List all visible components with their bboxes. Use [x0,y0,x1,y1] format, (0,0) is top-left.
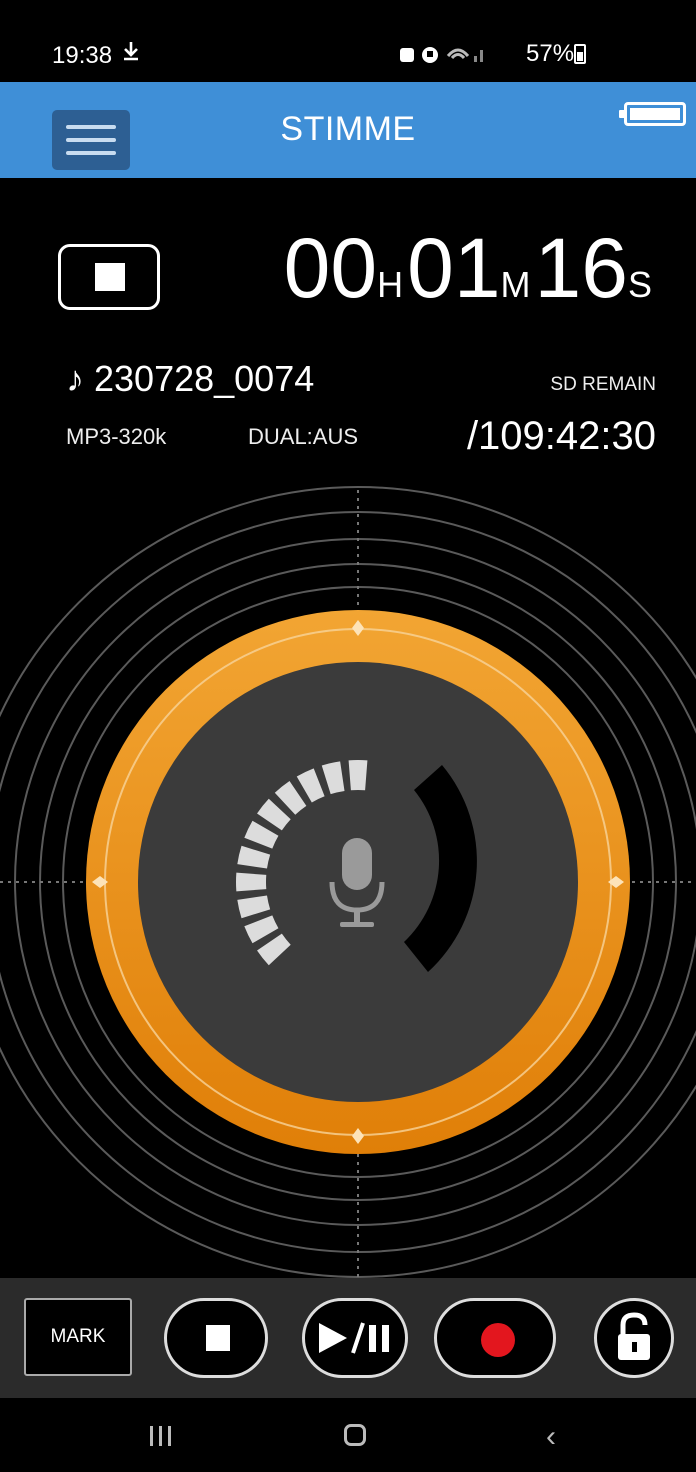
transport-controls: MARK [0,1278,696,1398]
play-pause-button[interactable] [302,1298,408,1378]
sd-remaining-time: /109:42:30 [466,414,656,458]
status-bar: 19:38 57% [0,0,696,82]
status-icons [396,42,516,72]
mark-button[interactable]: MARK [24,1298,132,1376]
sd-remain-label: SD REMAIN [550,374,656,395]
page-title: STIMME [280,110,416,148]
back-icon[interactable]: ‹ [546,1420,556,1454]
stop-icon [206,1325,230,1351]
stop-state-indicator [58,244,160,310]
record-button[interactable] [434,1298,556,1378]
status-time: 19:38 [52,42,113,69]
unlock-icon [618,1312,650,1360]
record-icon [481,1323,515,1357]
lock-button[interactable] [594,1298,674,1378]
download-icon [122,40,140,68]
battery-percent: 57% [526,40,575,67]
timer-seconds: 16 [534,221,628,315]
timer-minutes-unit: M [500,264,531,305]
timer-minutes: 01 [407,221,501,315]
recent-apps-icon[interactable] [150,1426,176,1446]
device-battery-icon [619,102,686,126]
play-pause-icon [319,1322,389,1354]
level-segment [235,872,267,892]
elapsed-time: 00H01M16S [284,226,656,310]
file-name: ♪ 230728_0074 [66,358,315,399]
app-bar: STIMME [0,82,696,178]
dual-setting: DUAL:AUS [248,424,359,449]
timer-seconds-unit: S [627,264,652,305]
timer-hours-unit: H [377,264,404,305]
timer-hours: 00 [283,221,378,315]
level-segment [348,760,368,791]
system-nav-bar: ‹ [0,1398,696,1472]
battery-icon [574,44,586,64]
recording-format: MP3-320k [66,424,167,449]
home-icon[interactable] [344,1424,366,1446]
stop-button[interactable] [164,1298,268,1378]
level-meter [0,486,696,1280]
